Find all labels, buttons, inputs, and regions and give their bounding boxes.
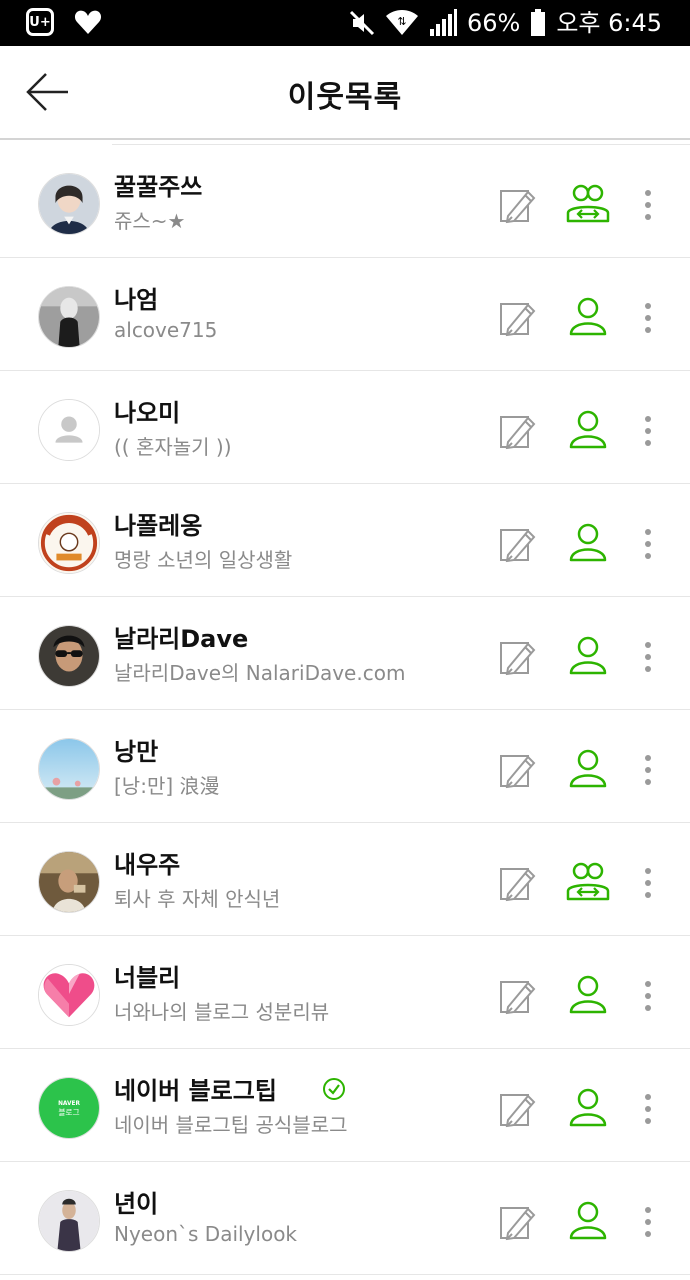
edit-memo-icon[interactable] bbox=[498, 1202, 538, 1242]
neighbor-name: 나폴레옹 bbox=[114, 506, 202, 541]
neighbor-icon[interactable] bbox=[566, 520, 610, 566]
verified-check-icon bbox=[321, 1076, 347, 1102]
neighbor-name-text: 낭만 bbox=[114, 738, 159, 766]
heart-icon bbox=[74, 10, 102, 34]
neighbor-row[interactable]: 너블리너와나의 블로그 성분리뷰 bbox=[0, 936, 690, 1049]
neighbor-icon[interactable] bbox=[566, 633, 610, 679]
status-bar: U+ ⇅ 66% 오후 6:45 bbox=[0, 0, 690, 46]
avatar[interactable] bbox=[38, 512, 100, 574]
neighbor-name-text: 꿀꿀주쓰 bbox=[114, 173, 203, 201]
neighbor-row[interactable]: 년이 Nyeon`s Dailylook bbox=[0, 1162, 690, 1275]
avatar[interactable] bbox=[38, 286, 100, 348]
edit-memo-icon[interactable] bbox=[498, 524, 538, 564]
avatar[interactable] bbox=[38, 1190, 100, 1252]
neighbor-description: 명랑 소년의 일상생활 bbox=[114, 548, 293, 572]
neighbor-name: 낭만 bbox=[114, 732, 158, 767]
edit-memo-icon[interactable] bbox=[498, 185, 538, 225]
page-title: 이웃목록 bbox=[287, 80, 403, 115]
neighbor-name-text: 년이 bbox=[114, 1190, 159, 1218]
edit-memo-icon[interactable] bbox=[498, 411, 538, 451]
more-options-icon[interactable] bbox=[636, 637, 660, 677]
neighbor-name-text: 나엄 bbox=[114, 286, 159, 314]
neighbor-icon[interactable] bbox=[566, 1198, 610, 1244]
neighbor-description: [낭:만] 浪漫 bbox=[114, 774, 220, 798]
neighbor-description: 날라리Dave의 NalariDave.com bbox=[114, 661, 406, 685]
neighbor-description: 너와나의 블로그 성분리뷰 bbox=[114, 1000, 330, 1024]
avatar[interactable]: NAVER 블로그 bbox=[38, 1077, 100, 1139]
battery-icon bbox=[531, 9, 546, 36]
svg-text:NAVER: NAVER bbox=[58, 1101, 80, 1107]
wifi-icon: ⇅ bbox=[385, 10, 418, 35]
mutual-neighbor-icon[interactable] bbox=[566, 859, 610, 905]
neighbor-icon[interactable] bbox=[566, 1085, 610, 1131]
neighbor-icon[interactable] bbox=[566, 294, 610, 340]
neighbor-icon[interactable] bbox=[566, 972, 610, 1018]
neighbor-name: 네이버 블로그팁 bbox=[114, 1071, 347, 1106]
neighbor-name-text: 나오미 bbox=[114, 399, 181, 427]
neighbor-name: 날라리Dave bbox=[114, 619, 248, 654]
neighbor-row[interactable]: 꿀꿀주쓰쥬스~★ bbox=[0, 145, 690, 258]
neighbor-name: 꿀꿀주쓰 bbox=[114, 167, 202, 202]
more-options-icon[interactable] bbox=[636, 411, 660, 451]
edit-memo-icon[interactable] bbox=[498, 976, 538, 1016]
neighbor-row[interactable]: 나폴레옹명랑 소년의 일상생활 bbox=[0, 484, 690, 597]
avatar[interactable] bbox=[38, 851, 100, 913]
edit-memo-icon[interactable] bbox=[498, 1089, 538, 1129]
neighbor-description: alcove715 bbox=[114, 318, 218, 342]
neighbor-name-text: 너블리 bbox=[114, 964, 181, 992]
neighbor-description: (( 혼자놀기 )) bbox=[114, 435, 232, 459]
neighbor-description: 퇴사 후 자체 안식년 bbox=[114, 887, 281, 911]
edit-memo-icon[interactable] bbox=[498, 298, 538, 338]
more-options-icon[interactable] bbox=[636, 976, 660, 1016]
edit-memo-icon[interactable] bbox=[498, 863, 538, 903]
edit-memo-icon[interactable] bbox=[498, 750, 538, 790]
app-header: 이웃목록 bbox=[0, 46, 690, 140]
neighbor-name: 년이 bbox=[114, 1184, 158, 1219]
edit-memo-icon[interactable] bbox=[498, 637, 538, 677]
mute-icon bbox=[349, 10, 375, 36]
neighbor-description: 네이버 블로그팁 공식블로그 bbox=[114, 1113, 348, 1137]
neighbor-row[interactable]: 낭만 [낭:만] 浪漫 bbox=[0, 710, 690, 823]
more-options-icon[interactable] bbox=[636, 750, 660, 790]
more-options-icon[interactable] bbox=[636, 298, 660, 338]
neighbor-name: 너블리 bbox=[114, 958, 180, 993]
battery-percent: 66% bbox=[466, 9, 521, 37]
neighbor-name-text: 네이버 블로그팁 bbox=[114, 1077, 277, 1105]
neighbor-description: Nyeon`s Dailylook bbox=[114, 1222, 298, 1246]
neighbor-name-text: 내우주 bbox=[114, 851, 181, 879]
avatar[interactable] bbox=[38, 738, 100, 800]
avatar[interactable] bbox=[38, 399, 100, 461]
neighbor-name: 내우주 bbox=[114, 845, 180, 880]
more-options-icon[interactable] bbox=[636, 185, 660, 225]
neighbor-name-text: 날라리Dave bbox=[114, 625, 249, 653]
more-options-icon[interactable] bbox=[636, 1089, 660, 1129]
avatar[interactable] bbox=[38, 173, 100, 235]
neighbor-name: 나오미 bbox=[114, 393, 180, 428]
carrier-logo: U+ bbox=[26, 8, 54, 36]
neighbor-row[interactable]: 나엄 alcove715 bbox=[0, 258, 690, 371]
more-options-icon[interactable] bbox=[636, 863, 660, 903]
neighbor-row[interactable]: NAVER 블로그 네이버 블로그팁네이버 블로그팁 공식블로그 bbox=[0, 1049, 690, 1162]
clock: 오후 6:45 bbox=[556, 9, 662, 37]
avatar[interactable] bbox=[38, 964, 100, 1026]
svg-text:블로그: 블로그 bbox=[58, 1108, 79, 1117]
neighbor-list: 꿀꿀주쓰쥬스~★ 나엄 alcove715 나오미 (( 혼자놀기 )) 나폴레옹명랑 소… bbox=[0, 140, 690, 1275]
more-options-icon[interactable] bbox=[636, 1202, 660, 1242]
neighbor-icon[interactable] bbox=[566, 407, 610, 453]
mutual-neighbor-icon[interactable] bbox=[566, 181, 610, 227]
signal-icon bbox=[429, 9, 457, 36]
more-options-icon[interactable] bbox=[636, 524, 660, 564]
avatar[interactable] bbox=[38, 625, 100, 687]
svg-text:⇅: ⇅ bbox=[397, 15, 406, 28]
neighbor-icon[interactable] bbox=[566, 746, 610, 792]
neighbor-name: 나엄 bbox=[114, 280, 158, 315]
neighbor-row[interactable]: 나오미 (( 혼자놀기 )) bbox=[0, 371, 690, 484]
neighbor-description: 쥬스~★ bbox=[114, 209, 186, 233]
neighbor-row[interactable]: 내우주퇴사 후 자체 안식년 bbox=[0, 823, 690, 936]
neighbor-row[interactable]: 날라리Dave 날라리Dave의 NalariDave.com bbox=[0, 597, 690, 710]
neighbor-name-text: 나폴레옹 bbox=[114, 512, 203, 540]
